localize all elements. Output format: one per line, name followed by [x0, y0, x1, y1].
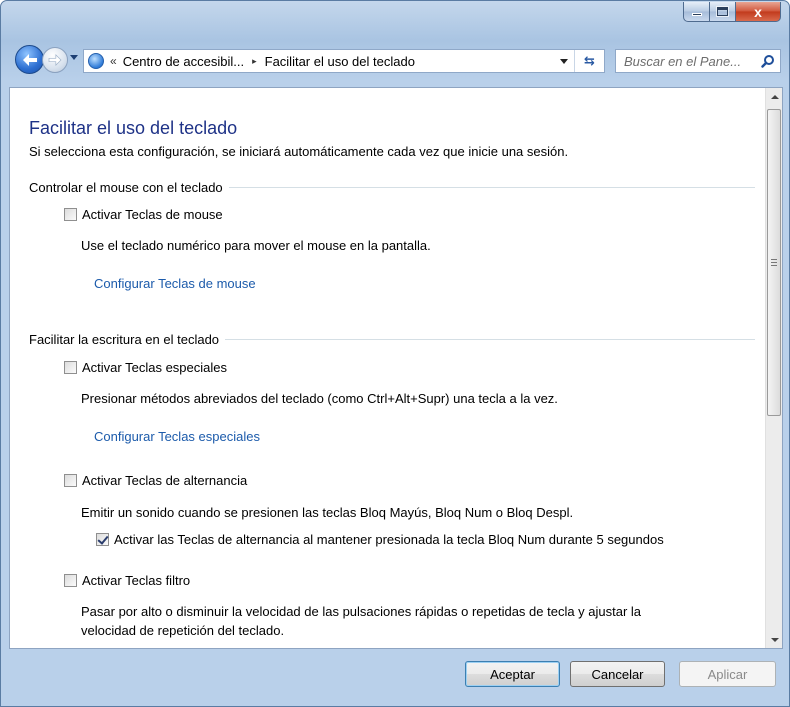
- control-panel-icon: [88, 53, 104, 69]
- address-dropdown[interactable]: [560, 59, 568, 64]
- section-heading-label: Facilitar la escritura en el teclado: [29, 332, 220, 347]
- vertical-scrollbar[interactable]: [765, 88, 782, 648]
- toggle-keys-numlock-label[interactable]: Activar las Teclas de alternancia al man…: [114, 532, 664, 547]
- configure-mouse-keys-link[interactable]: Configurar Teclas de mouse: [94, 276, 256, 291]
- section-heading-typing: Facilitar la escritura en el teclado: [29, 332, 755, 347]
- toggle-keys-checkbox[interactable]: [64, 474, 77, 487]
- toggle-keys-description: Emitir un sonido cuando se presionen las…: [81, 505, 574, 520]
- control-panel-window: x « Centro de accesibil... ▸ Facilitar e…: [0, 0, 790, 707]
- forward-arrow-icon: [48, 54, 62, 66]
- section-divider: [228, 187, 755, 188]
- filter-keys-option[interactable]: Activar Teclas filtro: [64, 573, 190, 588]
- page-title: Facilitar el uso del teclado: [29, 118, 238, 138]
- forward-button[interactable]: [42, 47, 68, 73]
- sticky-keys-description: Presionar métodos abreviados del teclado…: [81, 391, 558, 406]
- minimize-button[interactable]: [683, 2, 710, 22]
- close-button[interactable]: x: [736, 2, 781, 22]
- maximize-button[interactable]: [710, 2, 736, 22]
- title-bar[interactable]: x: [1, 1, 789, 37]
- mouse-keys-label[interactable]: Activar Teclas de mouse: [82, 207, 223, 222]
- mouse-keys-checkbox[interactable]: [64, 208, 77, 221]
- scroll-grip-icon: [771, 259, 777, 266]
- breadcrumb-overflow[interactable]: «: [110, 54, 117, 68]
- scroll-up-button[interactable]: [766, 88, 782, 105]
- mouse-keys-option[interactable]: Activar Teclas de mouse: [64, 207, 223, 222]
- breadcrumb-separator-icon[interactable]: ▸: [252, 56, 257, 67]
- close-icon: x: [754, 3, 762, 20]
- filter-keys-label[interactable]: Activar Teclas filtro: [82, 573, 190, 588]
- search-input[interactable]: Buscar en el Pane...: [624, 54, 741, 69]
- refresh-button[interactable]: ⇆: [574, 50, 604, 72]
- toggle-keys-numlock-checkbox[interactable]: [96, 533, 109, 546]
- section-divider: [225, 339, 755, 340]
- breadcrumb-keyboard[interactable]: Facilitar el uso del teclado: [265, 54, 415, 69]
- scroll-up-icon: [770, 94, 779, 99]
- filter-keys-description-line1: Pasar por alto o disminuir la velocidad …: [81, 604, 642, 619]
- page-subtitle: Si selecciona esta configuración, se ini…: [29, 144, 569, 159]
- navigation-bar: « Centro de accesibil... ▸ Facilitar el …: [1, 41, 789, 79]
- caption-buttons: x: [683, 2, 781, 22]
- sticky-keys-option[interactable]: Activar Teclas especiales: [64, 360, 227, 375]
- sticky-keys-checkbox[interactable]: [64, 361, 77, 374]
- breadcrumb-accessibility-center[interactable]: Centro de accesibil...: [123, 54, 244, 69]
- section-heading-mouse: Controlar el mouse con el teclado: [29, 180, 755, 195]
- content-pane: Facilitar el uso del teclado Si seleccio…: [9, 87, 783, 649]
- filter-keys-checkbox[interactable]: [64, 574, 77, 587]
- toggle-keys-option[interactable]: Activar Teclas de alternancia: [64, 473, 247, 488]
- cancel-button[interactable]: Cancelar: [570, 661, 665, 687]
- sticky-keys-label[interactable]: Activar Teclas especiales: [82, 360, 227, 375]
- refresh-icon: ⇆: [584, 53, 595, 68]
- section-heading-label: Controlar el mouse con el teclado: [29, 180, 223, 195]
- back-arrow-icon: [22, 53, 37, 66]
- apply-button[interactable]: Aplicar: [679, 661, 776, 687]
- scroll-down-button[interactable]: [766, 631, 782, 648]
- maximize-icon: [717, 7, 728, 16]
- filter-keys-description-line2: velocidad de repetición del teclado.: [81, 623, 285, 638]
- scroll-down-icon: [770, 637, 779, 642]
- search-icon[interactable]: [761, 54, 775, 68]
- toggle-keys-label[interactable]: Activar Teclas de alternancia: [82, 473, 247, 488]
- recent-pages-dropdown[interactable]: [70, 55, 78, 60]
- mouse-keys-description: Use el teclado numérico para mover el mo…: [81, 238, 431, 253]
- address-bar[interactable]: « Centro de accesibil... ▸ Facilitar el …: [83, 49, 605, 73]
- minimize-icon: [691, 13, 702, 16]
- dialog-button-bar: Aceptar Cancelar Aplicar: [1, 651, 789, 697]
- back-button[interactable]: [15, 45, 44, 74]
- accept-button[interactable]: Aceptar: [465, 661, 560, 687]
- toggle-keys-numlock-option[interactable]: Activar las Teclas de alternancia al man…: [96, 532, 664, 547]
- scroll-thumb[interactable]: [767, 109, 781, 416]
- configure-sticky-keys-link[interactable]: Configurar Teclas especiales: [94, 429, 260, 444]
- search-box[interactable]: Buscar en el Pane...: [615, 49, 781, 73]
